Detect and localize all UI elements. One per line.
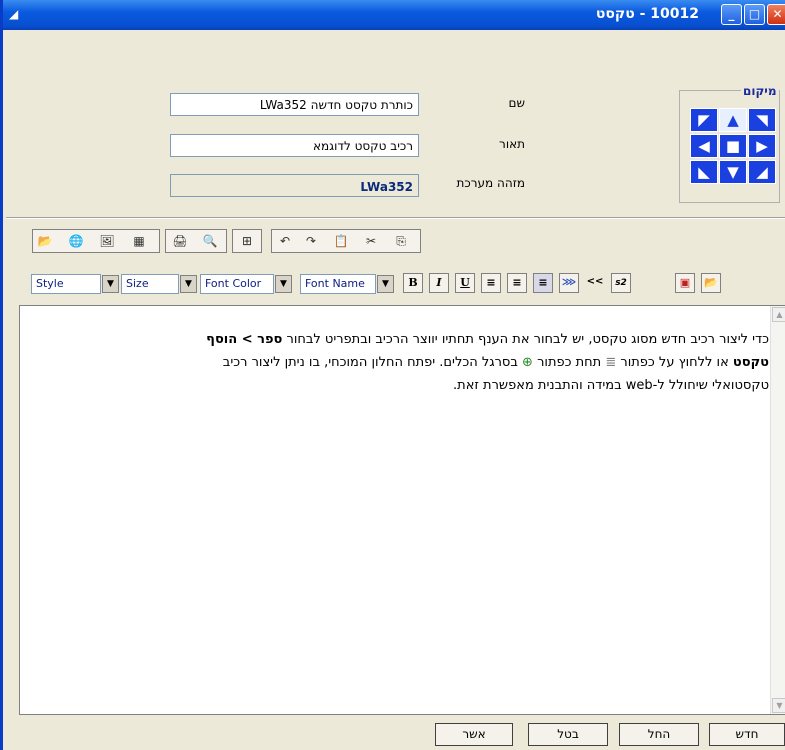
font-color-select[interactable]: Font Color — [200, 274, 274, 294]
save-icon[interactable]: ▣ — [675, 273, 695, 293]
paste-icon[interactable]: 📋 — [331, 232, 351, 251]
minimize-button[interactable]: _ — [721, 4, 742, 25]
chevron-down-icon[interactable]: ▼ — [377, 275, 394, 293]
outdent-button[interactable]: << — [585, 273, 605, 293]
editor-bold-text: ספר > הוסף — [206, 332, 283, 347]
undo-icon[interactable]: ↶ — [275, 232, 295, 251]
arrow-left-icon[interactable]: ◀ — [690, 134, 718, 158]
editor-text: בסרגל הכלים. יפתח החלון המוכחי, בו ניתן … — [222, 355, 523, 370]
position-label: מיקום — [741, 84, 779, 98]
scroll-up-icon[interactable]: ▲ — [772, 307, 785, 322]
description-field[interactable]: רכיב טקסט לדוגמא — [170, 134, 419, 157]
print-icon[interactable]: 🖨 — [170, 232, 190, 251]
editor-text: תחת כפתור — [532, 355, 606, 370]
chevron-down-icon[interactable]: ▼ — [102, 275, 119, 293]
cancel-button[interactable]: בטל — [528, 723, 608, 746]
underline-button[interactable]: U — [455, 273, 475, 293]
open-folder-icon[interactable]: 📂 — [35, 232, 55, 251]
align-left-button[interactable]: ≡ — [481, 273, 501, 293]
editor-text: או ללחוץ על כפתור — [616, 355, 733, 370]
app-icon[interactable]: ◢ — [9, 7, 25, 23]
arrow-bottom-left-icon[interactable]: ◣ — [690, 160, 718, 184]
table-icon[interactable]: ▦ — [129, 232, 149, 251]
add-component-icon: ⊕ — [522, 355, 533, 370]
rich-text-editor[interactable]: כדי ליצור רכיב חדש מסוג טקסט, יש לבחור א… — [19, 305, 785, 715]
arrow-right-icon[interactable]: ▶ — [748, 134, 776, 158]
arrow-top-right-icon[interactable]: ◥ — [748, 108, 776, 132]
find-icon[interactable]: 🔍 — [200, 232, 220, 251]
image-icon[interactable]: 🖼 — [97, 232, 117, 251]
align-center-button[interactable]: ≡ — [507, 273, 527, 293]
open-folder-icon[interactable]: 📂 — [701, 273, 721, 293]
toolbar-group-tree: ⊞ — [232, 229, 262, 253]
window-title: 10012 - טקסט — [595, 6, 699, 22]
arrow-bottom-right-icon[interactable]: ◢ — [748, 160, 776, 184]
toolbar-group-edit: ↶ ↷ 📋 ✂ ⎘ — [271, 229, 421, 253]
style-select[interactable]: Style — [31, 274, 101, 294]
text-component-icon: ≣ — [605, 355, 617, 370]
name-label: שם — [508, 96, 525, 110]
editor-text: כדי ליצור רכיב חדש מסוג טקסט, יש לבחור א… — [282, 332, 769, 347]
chevron-down-icon[interactable]: ▼ — [180, 275, 197, 293]
toolbar-group-print: 🖨 🔍 — [165, 229, 227, 253]
apply-button[interactable]: החל — [619, 723, 699, 746]
bold-button[interactable]: B — [403, 273, 423, 293]
name-field[interactable]: כותרת טקסט חדשה LWa352 — [170, 93, 419, 116]
maximize-button[interactable]: □ — [744, 4, 765, 25]
arrow-up-icon[interactable]: ▲ — [719, 108, 747, 132]
close-button[interactable]: ✕ — [767, 4, 785, 25]
size-select[interactable]: Size — [121, 274, 179, 294]
editor-line: כדי ליצור רכיב חדש מסוג טקסט, יש לבחור א… — [26, 328, 769, 351]
editor-content[interactable]: כדי ליצור רכיב חדש מסוג טקסט, יש לבחור א… — [26, 328, 769, 397]
system-id-label: מזהה מערכת — [456, 176, 525, 190]
scroll-down-icon[interactable]: ▼ — [772, 698, 785, 713]
vertical-scrollbar[interactable]: ▲ ▼ — [770, 306, 785, 714]
editor-line: טקסטואלי שיחולל ל-web במידה והתבנית מאפש… — [453, 378, 769, 393]
chevron-down-icon[interactable]: ▼ — [275, 275, 292, 293]
copy-icon[interactable]: ⎘ — [391, 232, 411, 251]
new-button[interactable]: חדש — [709, 723, 785, 746]
editor-line: טקסט או ללחוץ על כפתור ≣ תחת כפתור ⊕ בסר… — [26, 351, 769, 374]
toolbar-group-file: 📂 🌐 🖼 ▦ — [32, 229, 160, 253]
center-icon[interactable]: ■ — [719, 134, 747, 158]
font-name-select[interactable]: Font Name — [300, 274, 376, 294]
sitemap-icon[interactable]: ⊞ — [237, 232, 257, 251]
italic-button[interactable]: I — [429, 273, 449, 293]
separator — [6, 217, 785, 219]
system-id-field: LWa352 — [170, 174, 419, 197]
globe-icon[interactable]: 🌐 — [66, 232, 86, 251]
align-right-button[interactable]: ≡ — [533, 273, 553, 293]
redo-icon[interactable]: ↷ — [301, 232, 321, 251]
confirm-button[interactable]: אשר — [435, 723, 513, 746]
editor-bold-text: טקסט — [732, 355, 769, 370]
window: ◢ 10012 - טקסט _ □ ✕ כותרת טקסט חדשה LWa… — [0, 0, 785, 750]
description-label: תאור — [499, 137, 525, 151]
arrow-down-icon[interactable]: ▼ — [719, 160, 747, 184]
title-bar[interactable]: ◢ 10012 - טקסט _ □ ✕ — [3, 0, 785, 30]
superscript-button[interactable]: s2 — [611, 273, 631, 293]
arrow-top-left-icon[interactable]: ◤ — [690, 108, 718, 132]
cut-icon[interactable]: ✂ — [361, 232, 381, 251]
indent-button[interactable]: ⋙ — [559, 273, 579, 293]
